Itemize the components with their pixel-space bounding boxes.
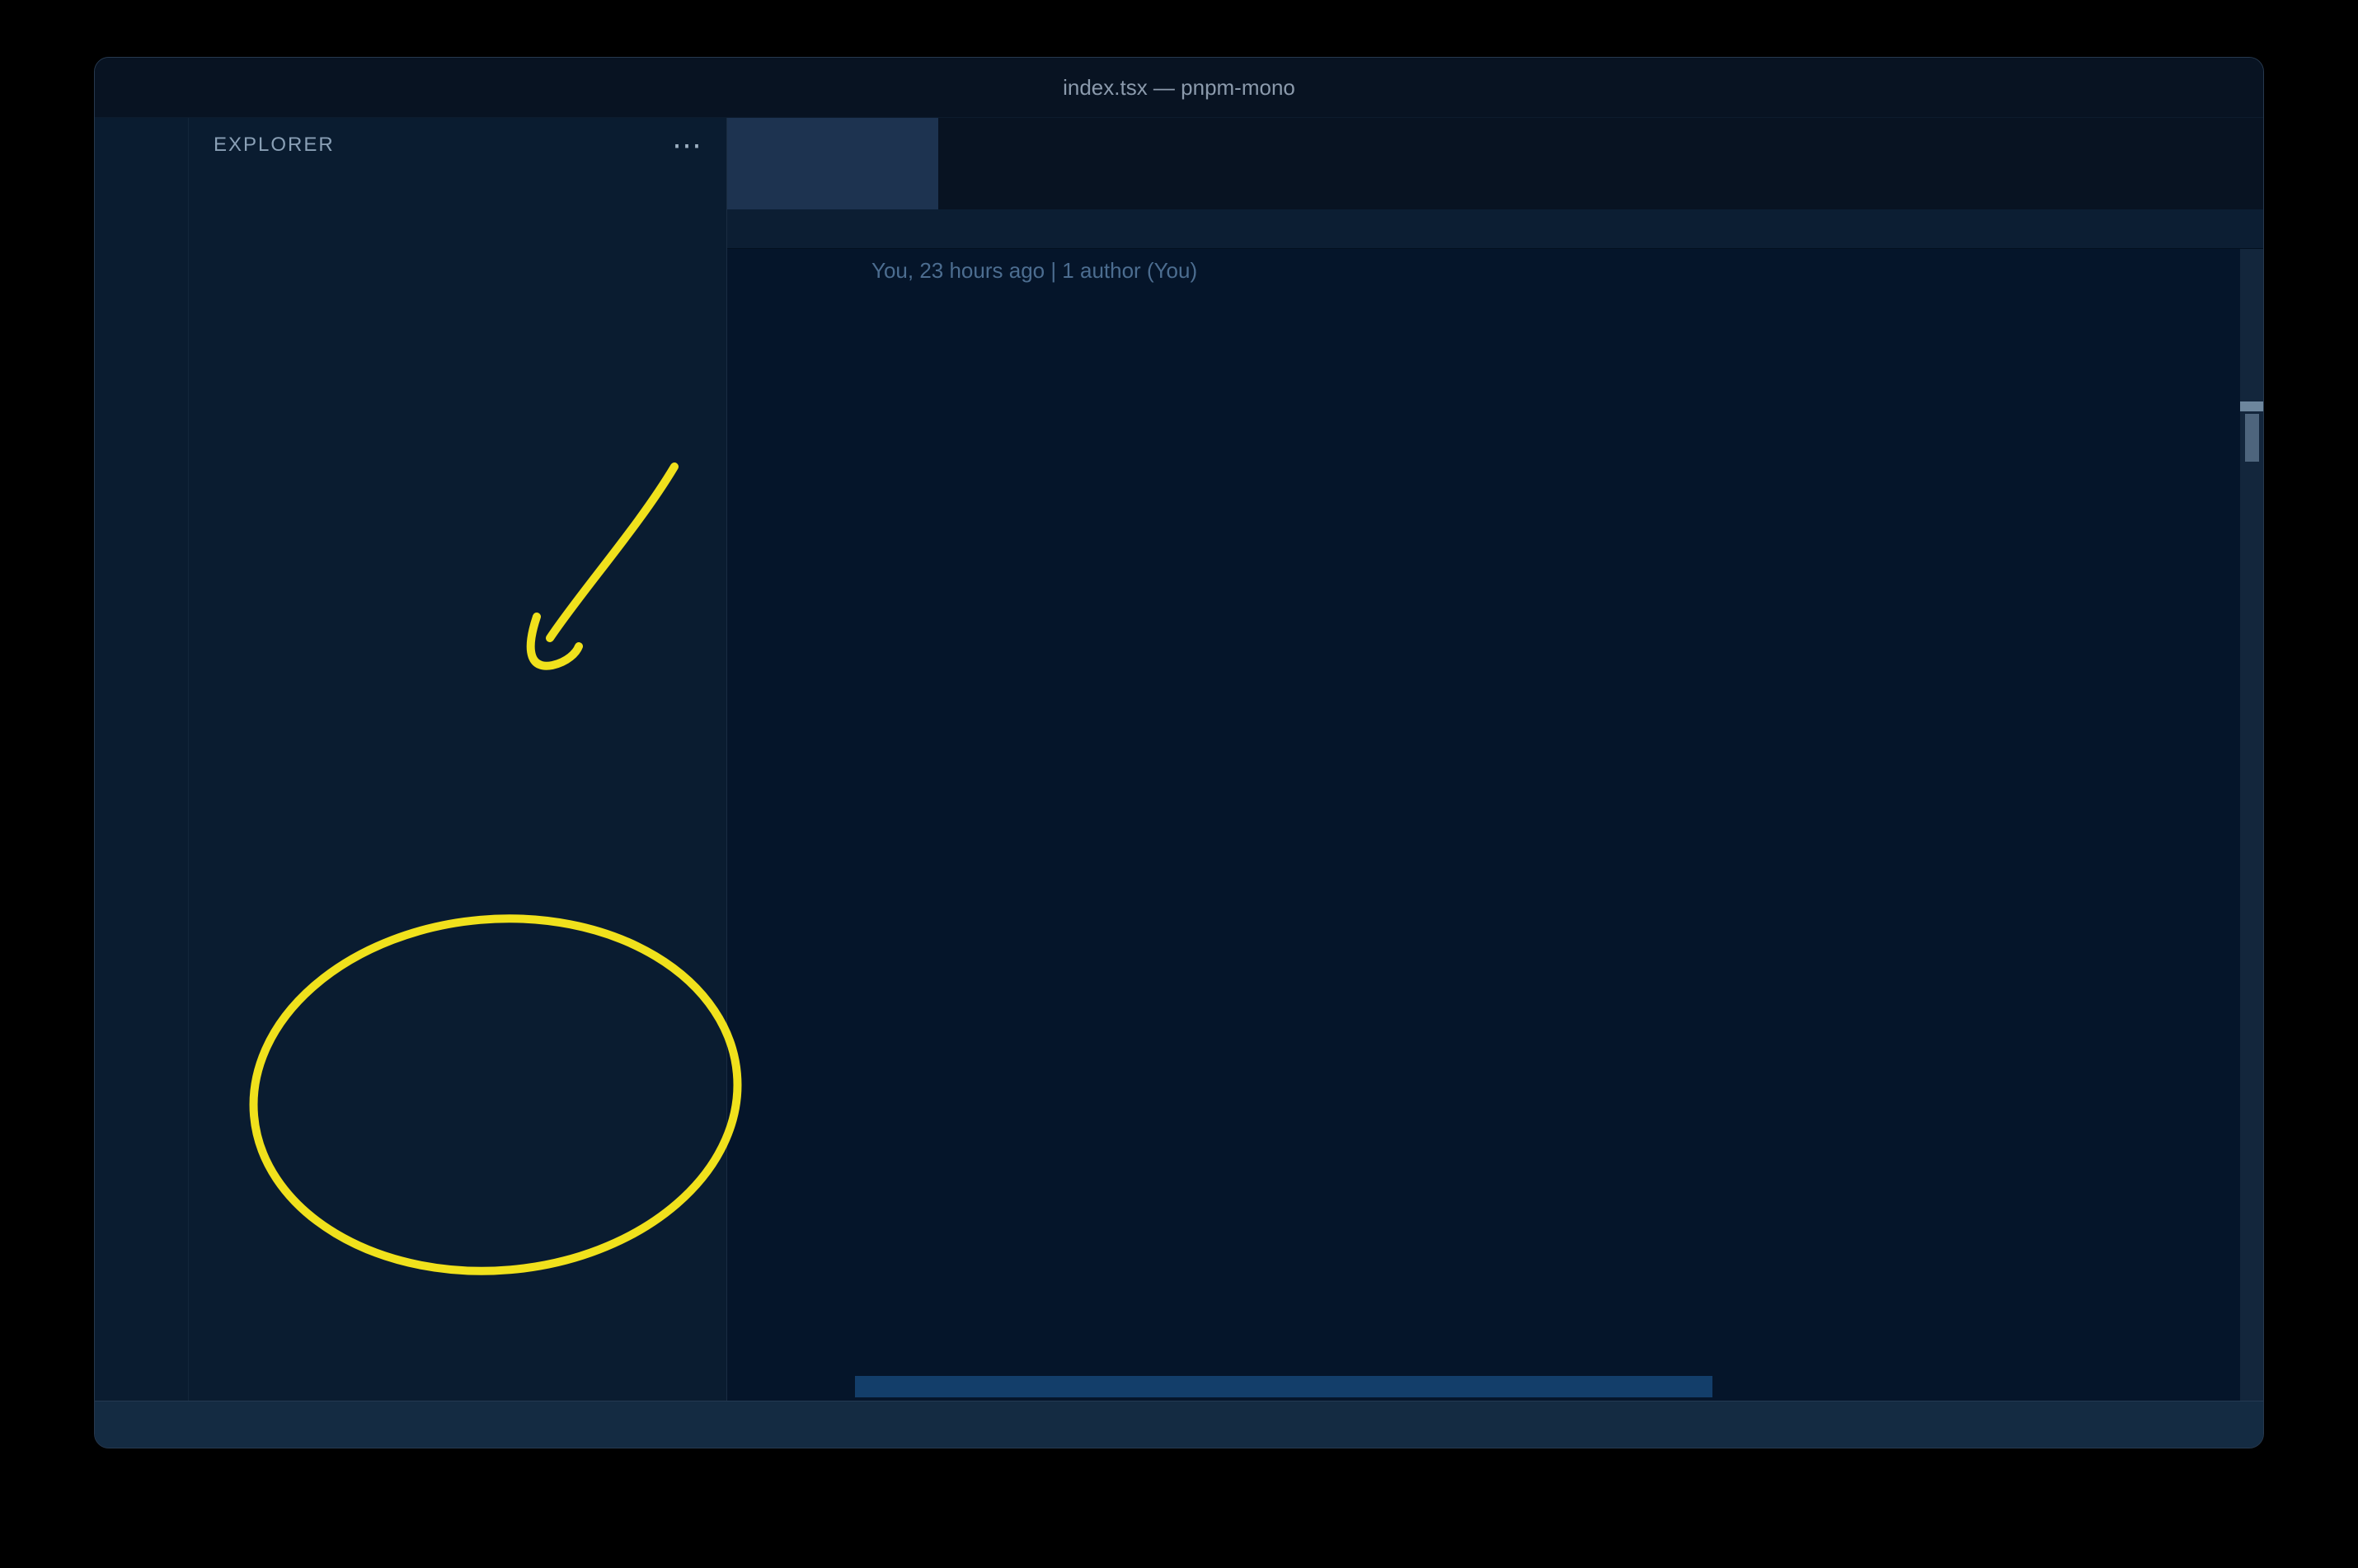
vertical-scrollbar[interactable] bbox=[2240, 249, 2263, 1401]
window-title: index.tsx — pnpm-mono bbox=[1063, 74, 1295, 100]
code-editor[interactable]: You, 23 hours ago | 1 author (You) bbox=[727, 249, 2263, 1401]
minimize-window-button[interactable] bbox=[152, 77, 173, 98]
editor-actions bbox=[2240, 118, 2263, 209]
explorer-header: EXPLORER ⋯ bbox=[214, 128, 702, 162]
activity-bar bbox=[95, 118, 189, 1401]
vscode-window: index.tsx — pnpm-mono EXPLORER ⋯ You, 23… bbox=[94, 57, 2264, 1448]
horizontal-scrollbar[interactable] bbox=[855, 1376, 1712, 1397]
zoom-window-button[interactable] bbox=[186, 77, 207, 98]
explorer-title: EXPLORER bbox=[214, 134, 335, 156]
close-window-button[interactable] bbox=[118, 77, 139, 98]
status-bar bbox=[95, 1401, 2263, 1448]
tab-index-tsx[interactable] bbox=[727, 118, 938, 209]
tab-bar bbox=[727, 118, 2263, 209]
explorer-sidebar: EXPLORER ⋯ bbox=[189, 118, 727, 1401]
file-tree bbox=[189, 172, 726, 1401]
window-controls bbox=[118, 58, 207, 117]
git-blame-annotation: You, 23 hours ago | 1 author (You) bbox=[871, 258, 1198, 283]
editor-group: You, 23 hours ago | 1 author (You) bbox=[727, 118, 2263, 1401]
overview-ruler-highlight-mark bbox=[2245, 414, 2259, 462]
title-bar[interactable]: index.tsx — pnpm-mono bbox=[95, 58, 2263, 118]
breadcrumb bbox=[727, 209, 2263, 249]
overview-ruler-cursor-mark bbox=[2240, 401, 2263, 411]
